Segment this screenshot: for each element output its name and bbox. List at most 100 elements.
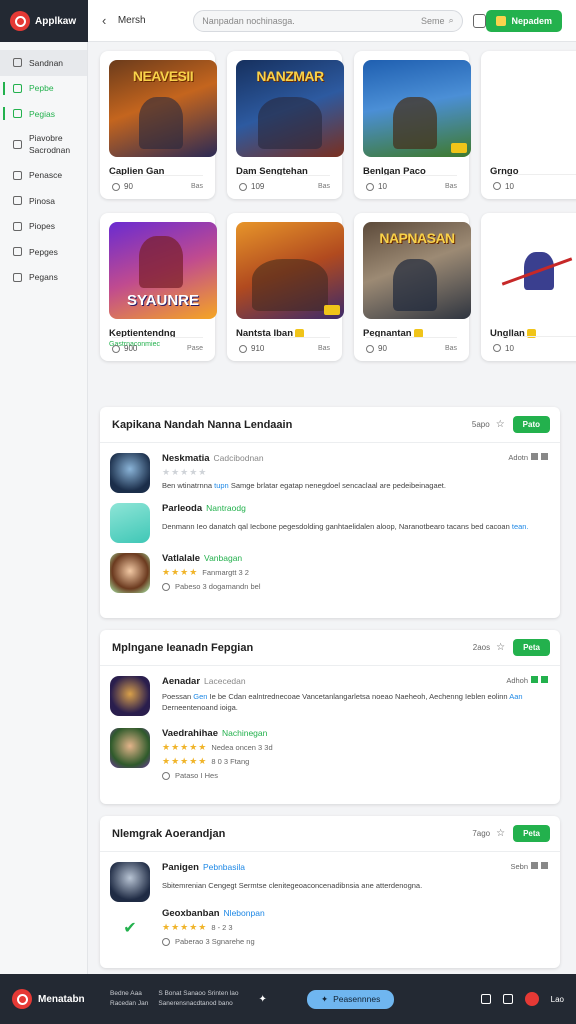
new-icon [13, 196, 22, 206]
list-item[interactable]: Parleoda Nantraodg Denmann Ieo danatch qa… [110, 503, 548, 543]
sidebar-item-games[interactable]: Pepbe [0, 76, 87, 102]
app-avatar[interactable] [110, 503, 150, 543]
app-card[interactable]: NAPNASAN Pegnantan 90 Bas [354, 213, 471, 361]
rating-text: Nedea oncen 3 3d [211, 743, 273, 752]
desc-link[interactable]: Gen [193, 692, 207, 701]
item-name[interactable]: Vaedrahihae Nachinegan [162, 728, 548, 739]
list-item[interactable]: Vatlalale Vanbagan ★★★★ Fanmargtt 3 2 Pabe… [110, 553, 548, 593]
link-icon[interactable] [502, 994, 513, 1004]
list-item[interactable]: Aenadar Lacecedan Adhoh Poessan Gen Ie be… [110, 676, 548, 716]
app-thumbnail[interactable] [490, 60, 576, 157]
item-name[interactable]: Geoxbanban Nlebonpan [162, 908, 548, 919]
app-card[interactable]: SYAUNRE Keptientendng Gastrnaconmiec 900… [100, 213, 217, 361]
download-icon[interactable] [531, 676, 538, 683]
footer-button-label: Peasennnes [333, 994, 381, 1004]
sidebar-item-new[interactable]: Pinosa [0, 188, 87, 214]
desc-link[interactable]: tean. [512, 522, 529, 531]
footer-brand-name[interactable]: Menatabn [38, 994, 100, 1005]
list-item[interactable]: Panigen Pebnbasila Sebn Sbitemrenian Ceng… [110, 862, 548, 902]
footer-link[interactable]: Sanerensnacdtanod bano [158, 999, 238, 1009]
primary-cta-button[interactable]: Nepadem [486, 9, 562, 32]
footer-logo-icon[interactable] [12, 989, 32, 1009]
app-avatar[interactable] [110, 676, 150, 716]
heart-icon[interactable] [162, 937, 170, 946]
panel-action-button[interactable]: Pato [512, 416, 550, 433]
footer-link[interactable]: Racedan Jan [110, 999, 148, 1009]
card-meta: 90 Bas [366, 337, 457, 353]
panel-title: Mplngane Ieanadn Fepgian [112, 641, 254, 654]
desc-link[interactable]: tupn [214, 481, 229, 490]
item-name[interactable]: Panigen Pebnbasila [162, 862, 548, 873]
app-card[interactable]: NEAVESII Caplien Gan 90 Bas [100, 51, 217, 199]
search-placeholder[interactable]: Nanpadan nochinasga. [202, 16, 421, 26]
desc-link[interactable]: Aan [509, 692, 522, 701]
star-icon[interactable]: ☆ [496, 642, 505, 653]
bookmark-icon[interactable] [541, 862, 548, 869]
heart-icon[interactable] [162, 771, 170, 780]
card-meta-right: Pase [187, 345, 203, 352]
sidebar-item-apps[interactable]: Pegias [0, 101, 87, 127]
panel-action-button[interactable]: Peta [513, 639, 550, 656]
back-arrow-icon[interactable]: ‹ [102, 13, 118, 28]
sidebar-item-settings[interactable]: Pegans [0, 265, 87, 291]
download-icon[interactable] [531, 453, 538, 460]
app-thumbnail[interactable]: SYAUNRE [109, 222, 217, 319]
app-avatar[interactable] [110, 553, 150, 593]
app-avatar[interactable] [110, 453, 150, 493]
star-icon[interactable]: ☆ [496, 828, 505, 839]
label-line-2: Sacrodnan [29, 144, 71, 155]
heart-icon[interactable] [162, 582, 170, 591]
character-art [252, 259, 328, 311]
download-icon[interactable] [531, 862, 538, 869]
desc-text: Poessan [162, 692, 194, 701]
app-card[interactable]: Ungllan 10 [481, 213, 576, 361]
search-scope[interactable]: Seme [421, 16, 445, 26]
notification-icon[interactable] [472, 13, 487, 28]
sidebar-item-home[interactable]: Sandnan [0, 50, 87, 76]
bookmark-icon[interactable] [541, 453, 548, 460]
app-brand[interactable]: Applkaw [0, 0, 88, 42]
footer-link[interactable]: S Bonat Sanaoo Srinten lao [158, 989, 238, 999]
search-icon[interactable]: ⌕ [449, 15, 454, 26]
rating-stars: ★★★★ Fanmargtt 3 2 [162, 567, 548, 578]
panel-action-button[interactable]: Peta [513, 825, 550, 842]
list-item[interactable]: ✔ Geoxbanban Nlebonpan ★★★★★ 8 - 2 3 Paber… [110, 908, 548, 948]
app-thumbnail[interactable]: NAPNASAN [363, 222, 471, 319]
item-name[interactable]: Aenadar Lacecedan [162, 676, 548, 687]
app-thumbnail[interactable] [490, 222, 576, 319]
footer-subscribe-button[interactable]: ✦ Peasennnes [306, 989, 395, 1009]
app-card[interactable]: NANZMAR Dam Sengtehan 109 Bas [227, 51, 344, 199]
list-panel: Nlemgrak Aoerandjan 7ago ☆ Peta Panigen P… [100, 816, 560, 968]
list-item[interactable]: Vaedrahihae Nachinegan ★★★★★ Nedea oncen 3… [110, 728, 548, 780]
card-meta: 910 Bas [239, 337, 330, 353]
app-thumbnail[interactable]: NANZMAR [236, 60, 344, 157]
sidebar-item-popular[interactable]: Piopes [0, 214, 87, 240]
app-avatar[interactable] [110, 728, 150, 768]
back-label[interactable]: Mersh [118, 15, 177, 26]
list-item[interactable]: Neskmatia Cadcibodnan Adotn ★★★★★ Ben wti… [110, 453, 548, 493]
app-avatar[interactable] [110, 862, 150, 902]
footer-app-icon[interactable] [524, 992, 539, 1006]
footer-right-label[interactable]: Lao [551, 995, 564, 1004]
search-field[interactable]: Nanpadan nochinasga. Seme ⌕ [193, 9, 463, 32]
twitter-icon[interactable]: ✦ [259, 994, 267, 1005]
item-name[interactable]: Vatlalale Vanbagan [162, 553, 548, 564]
item-name[interactable]: Parleoda Nantraodg [162, 503, 548, 514]
share-icon[interactable] [480, 994, 491, 1004]
cta-icon [496, 15, 507, 26]
star-icon[interactable]: ☆ [496, 419, 505, 430]
app-thumbnail[interactable]: NEAVESII [109, 60, 217, 157]
sidebar-item-top[interactable]: Penasce [0, 163, 87, 189]
app-thumbnail[interactable] [236, 222, 344, 319]
desc-text: Samge brlatar egatap nenegdoel sencaclaa… [228, 481, 446, 490]
item-name[interactable]: Neskmatia Cadcibodnan [162, 453, 548, 464]
sidebar-item-pages[interactable]: Pepges [0, 239, 87, 265]
app-card[interactable]: Benlgan Paco 10 Bas [354, 51, 471, 199]
app-card[interactable]: Grngo 10 [481, 51, 576, 199]
app-card[interactable]: Nantsta Iban 910 Bas [227, 213, 344, 361]
app-thumbnail[interactable] [363, 60, 471, 157]
character-art [139, 97, 183, 149]
footer-link[interactable]: Bedne Aaa [110, 989, 148, 999]
bookmark-icon[interactable] [541, 676, 548, 683]
sidebar-item-categories[interactable]: Piavobre Sacrodnan [0, 127, 87, 163]
